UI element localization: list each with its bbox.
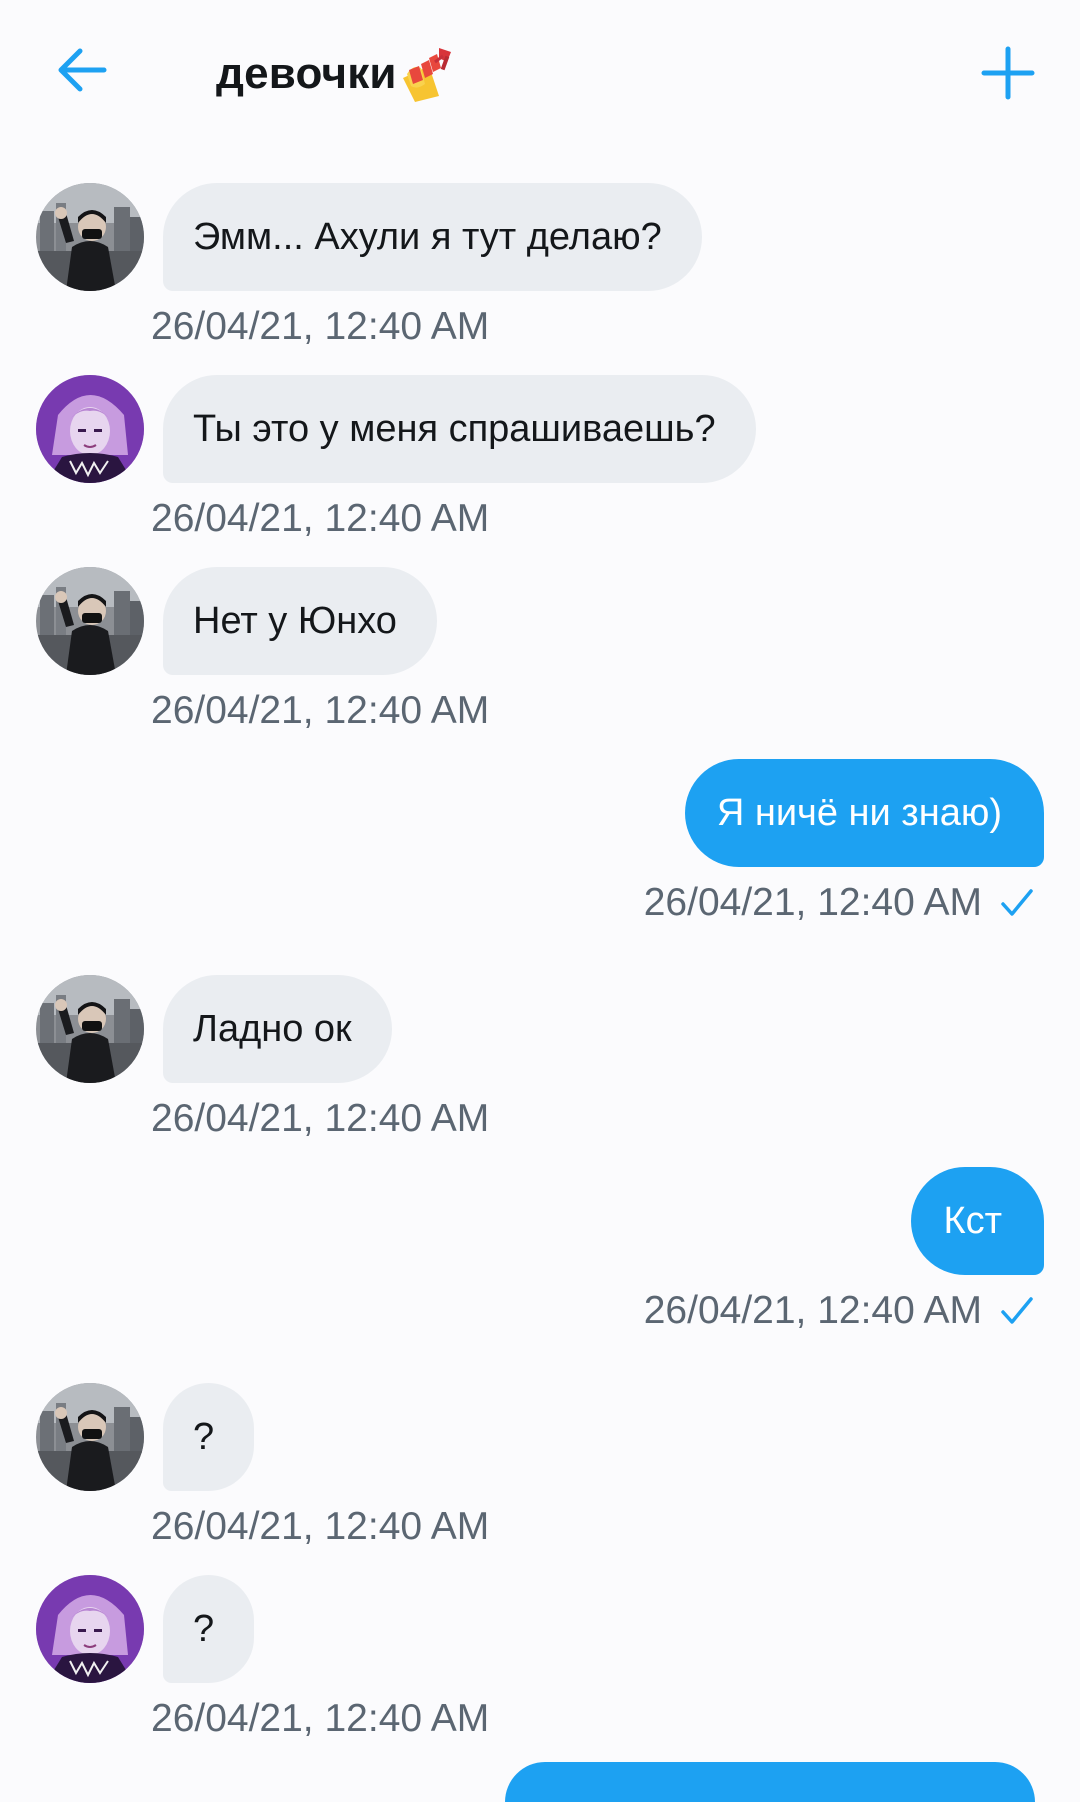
timestamp-text: 26/04/21, 12:40 AM [643,1289,982,1332]
message-bubble-outgoing-partial[interactable] [505,1762,1035,1802]
message-bubble[interactable]: ? [163,1383,255,1491]
message-bubble[interactable]: Эмм... Ахули я тут делаю? [163,183,702,291]
chat-header: девочки [0,0,1080,150]
avatar[interactable] [36,567,144,675]
message-bubble[interactable]: Ладно ок [163,975,392,1083]
plus-icon [981,46,1035,100]
message-bubble-outgoing[interactable]: Кст [911,1167,1044,1275]
message-bubble[interactable]: Ты это у меня спрашиваешь? [163,375,756,483]
add-button[interactable] [975,40,1041,106]
arrow-left-icon [58,48,107,92]
message-timestamp: 26/04/21, 12:40 AM [151,1697,490,1740]
timestamp-text: 26/04/21, 12:40 AM [643,881,982,924]
message-timestamp-outgoing: 26/04/21, 12:40 AM [644,1289,1034,1333]
message-timestamp: 26/04/21, 12:40 AM [151,689,490,732]
avatar[interactable] [36,1575,144,1683]
nail-polish-icon [402,48,451,102]
message-timestamp-outgoing: 26/04/21, 12:40 AM [644,881,1034,925]
message-timestamp: 26/04/21, 12:40 AM [151,1097,490,1140]
message-timestamp: 26/04/21, 12:40 AM [151,305,490,348]
check-icon [1001,1297,1033,1324]
avatar[interactable] [36,1383,144,1491]
message-bubble[interactable]: ? [163,1575,255,1683]
message-bubble-outgoing[interactable]: Я ничё ни знаю) [684,759,1044,867]
avatar[interactable] [36,375,144,483]
check-icon [1001,889,1033,916]
avatar[interactable] [36,975,144,1083]
avatar[interactable] [36,183,144,291]
back-button[interactable] [52,40,112,100]
message-timestamp: 26/04/21, 12:40 AM [151,1505,490,1548]
chat-title: девочки [216,49,397,98]
chat-title-wrap: девочки [216,42,457,106]
message-bubble[interactable]: Нет у Юнхо [163,567,437,675]
message-timestamp: 26/04/21, 12:40 AM [151,497,490,540]
